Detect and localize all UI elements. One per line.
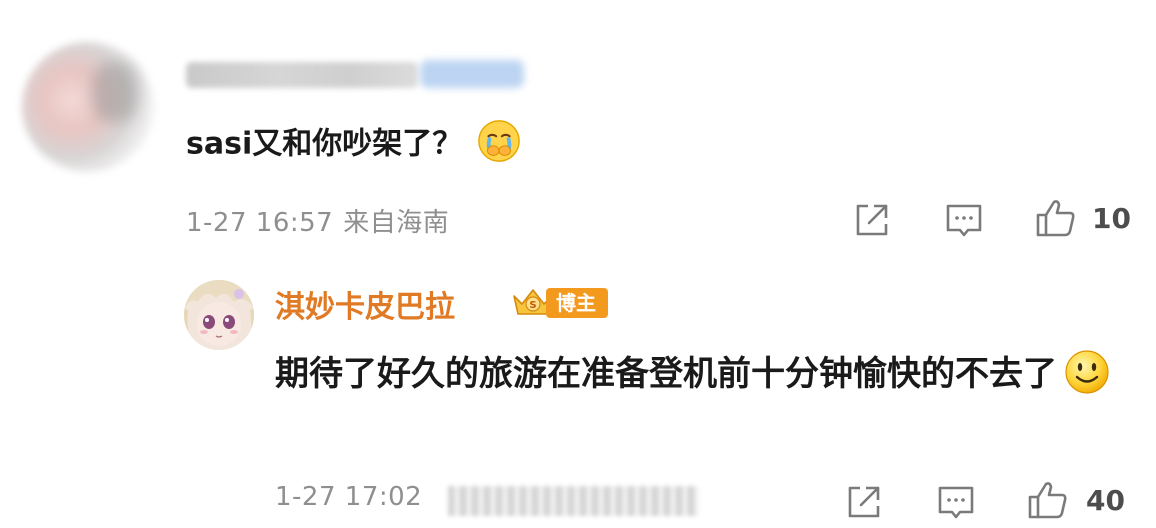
blogger-username[interactable]: 淇妙卡皮巴拉: [275, 282, 455, 326]
reply-date: 1-27 17:02: [275, 482, 423, 512]
anime-girl-avatar-image: [184, 280, 254, 350]
comment-thread: sasi又和你吵架了？ 1-27 16:57 来自海南 10 淇妙卡皮巴拉 S …: [0, 0, 1156, 528]
commenter-avatar[interactable]: [22, 42, 154, 172]
share-icon[interactable]: [852, 200, 892, 240]
share-icon[interactable]: [844, 482, 884, 522]
blogger-badge: 博主: [546, 288, 608, 318]
comment-location: 来自海南: [343, 208, 450, 238]
reply-meta: 1-27 17:02: [275, 482, 422, 512]
comment-icon[interactable]: [944, 200, 984, 240]
reply-body: 期待了好久的旅游在准备登机前十分钟愉快的不去了: [275, 346, 1135, 402]
thumbs-up-icon[interactable]: [1026, 478, 1070, 522]
crying-face-emoji: [478, 120, 521, 162]
svg-text:S: S: [529, 300, 536, 311]
comment-date: 1-27 16:57: [186, 208, 334, 238]
comment-like-count: 10: [1092, 202, 1131, 235]
reply-location-redacted: [448, 486, 698, 516]
comment-body: sasi又和你吵架了？: [186, 120, 522, 168]
comment-meta: 1-27 16:57 来自海南: [186, 202, 449, 239]
comment-icon[interactable]: [936, 482, 976, 522]
commenter-tag-redacted: [420, 60, 524, 88]
comment-text: sasi又和你吵架了？: [186, 126, 463, 162]
reply-text: 期待了好久的旅游在准备登机前十分钟愉快的不去了: [275, 354, 1057, 394]
commenter-username-redacted[interactable]: [186, 62, 418, 88]
smiling-face-emoji: [1065, 349, 1109, 394]
reply-like-count: 40: [1086, 484, 1125, 517]
blogger-avatar[interactable]: [184, 280, 254, 350]
thumbs-up-icon[interactable]: [1034, 196, 1078, 240]
